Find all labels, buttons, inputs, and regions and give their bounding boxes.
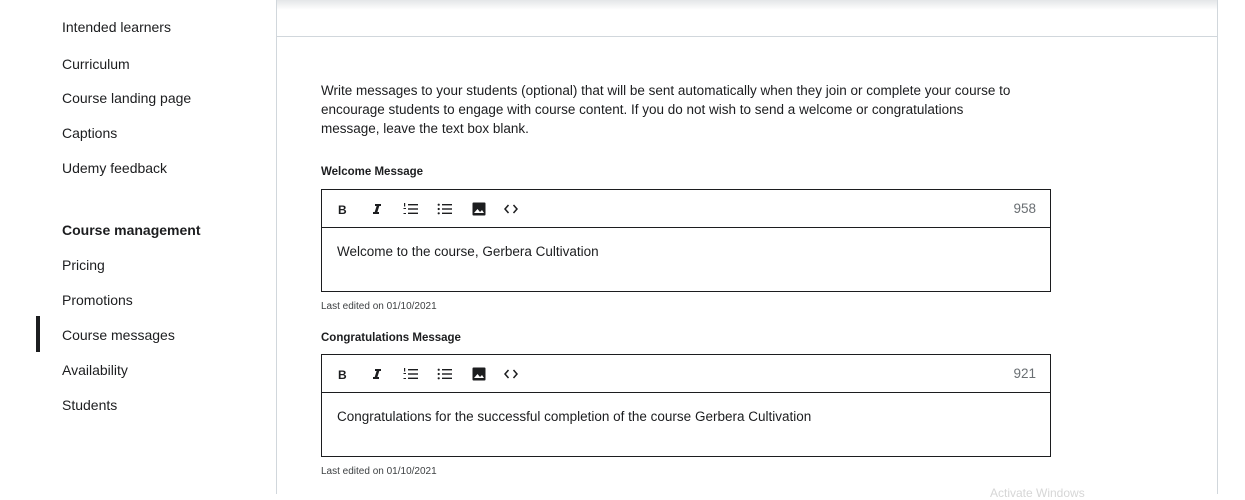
header-shadow	[277, 0, 1217, 10]
active-indicator	[36, 316, 40, 352]
sidebar-nav: Intended learners Curriculum Course land…	[0, 0, 260, 494]
italic-icon[interactable]	[366, 355, 388, 392]
sidebar-section-heading: Course management	[62, 222, 201, 238]
sidebar-item-pricing[interactable]: Pricing	[62, 256, 105, 274]
congratulations-message-text[interactable]: Congratulations for the successful compl…	[322, 393, 1050, 441]
svg-text:B: B	[338, 203, 347, 215]
code-icon[interactable]	[500, 355, 522, 392]
bold-icon[interactable]: B	[332, 355, 354, 392]
welcome-message-editor[interactable]: B 958 Welcome to the course, Gerbera Cul…	[321, 189, 1051, 292]
code-icon[interactable]	[500, 190, 522, 227]
sidebar-item-course-messages[interactable]: Course messages	[62, 326, 175, 344]
bulleted-list-icon[interactable]	[434, 355, 456, 392]
welcome-message-text[interactable]: Welcome to the course, Gerbera Cultivati…	[322, 228, 1050, 276]
sidebar-item-intended-learners[interactable]: Intended learners	[62, 18, 171, 36]
congrats-last-edited: Last edited on 01/10/2021	[321, 466, 437, 477]
congrats-char-counter: 921	[1013, 366, 1036, 381]
sidebar-item-captions[interactable]: Captions	[62, 124, 117, 142]
sidebar-item-course-landing-page[interactable]: Course landing page	[62, 89, 191, 107]
congratulations-message-editor[interactable]: B 921 Congratulations for the successful…	[321, 354, 1051, 457]
numbered-list-icon[interactable]	[400, 190, 422, 227]
congratulations-message-label: Congratulations Message	[321, 332, 461, 344]
welcome-char-counter: 958	[1013, 201, 1036, 216]
sidebar-item-promotions[interactable]: Promotions	[62, 291, 133, 309]
sidebar-item-availability[interactable]: Availability	[62, 361, 128, 379]
welcome-editor-toolbar: B 958	[322, 190, 1050, 228]
bold-icon[interactable]: B	[332, 190, 354, 227]
svg-text:B: B	[338, 368, 347, 380]
intro-text: Write messages to your students (optiona…	[321, 83, 1011, 136]
italic-icon[interactable]	[366, 190, 388, 227]
welcome-message-label: Welcome Message	[321, 166, 424, 178]
bulleted-list-icon[interactable]	[434, 190, 456, 227]
main-panel: Write messages to your students (optiona…	[276, 0, 1218, 494]
congrats-editor-toolbar: B 921	[322, 355, 1050, 393]
header-divider	[277, 36, 1217, 37]
sidebar-item-udemy-feedback[interactable]: Udemy feedback	[62, 159, 167, 177]
welcome-last-edited: Last edited on 01/10/2021	[321, 301, 437, 312]
sidebar-item-curriculum[interactable]: Curriculum	[62, 55, 130, 73]
image-icon[interactable]	[468, 190, 490, 227]
sidebar-item-students[interactable]: Students	[62, 396, 117, 414]
numbered-list-icon[interactable]	[400, 355, 422, 392]
image-icon[interactable]	[468, 355, 490, 392]
activate-windows-watermark: Activate Windows	[990, 486, 1085, 500]
